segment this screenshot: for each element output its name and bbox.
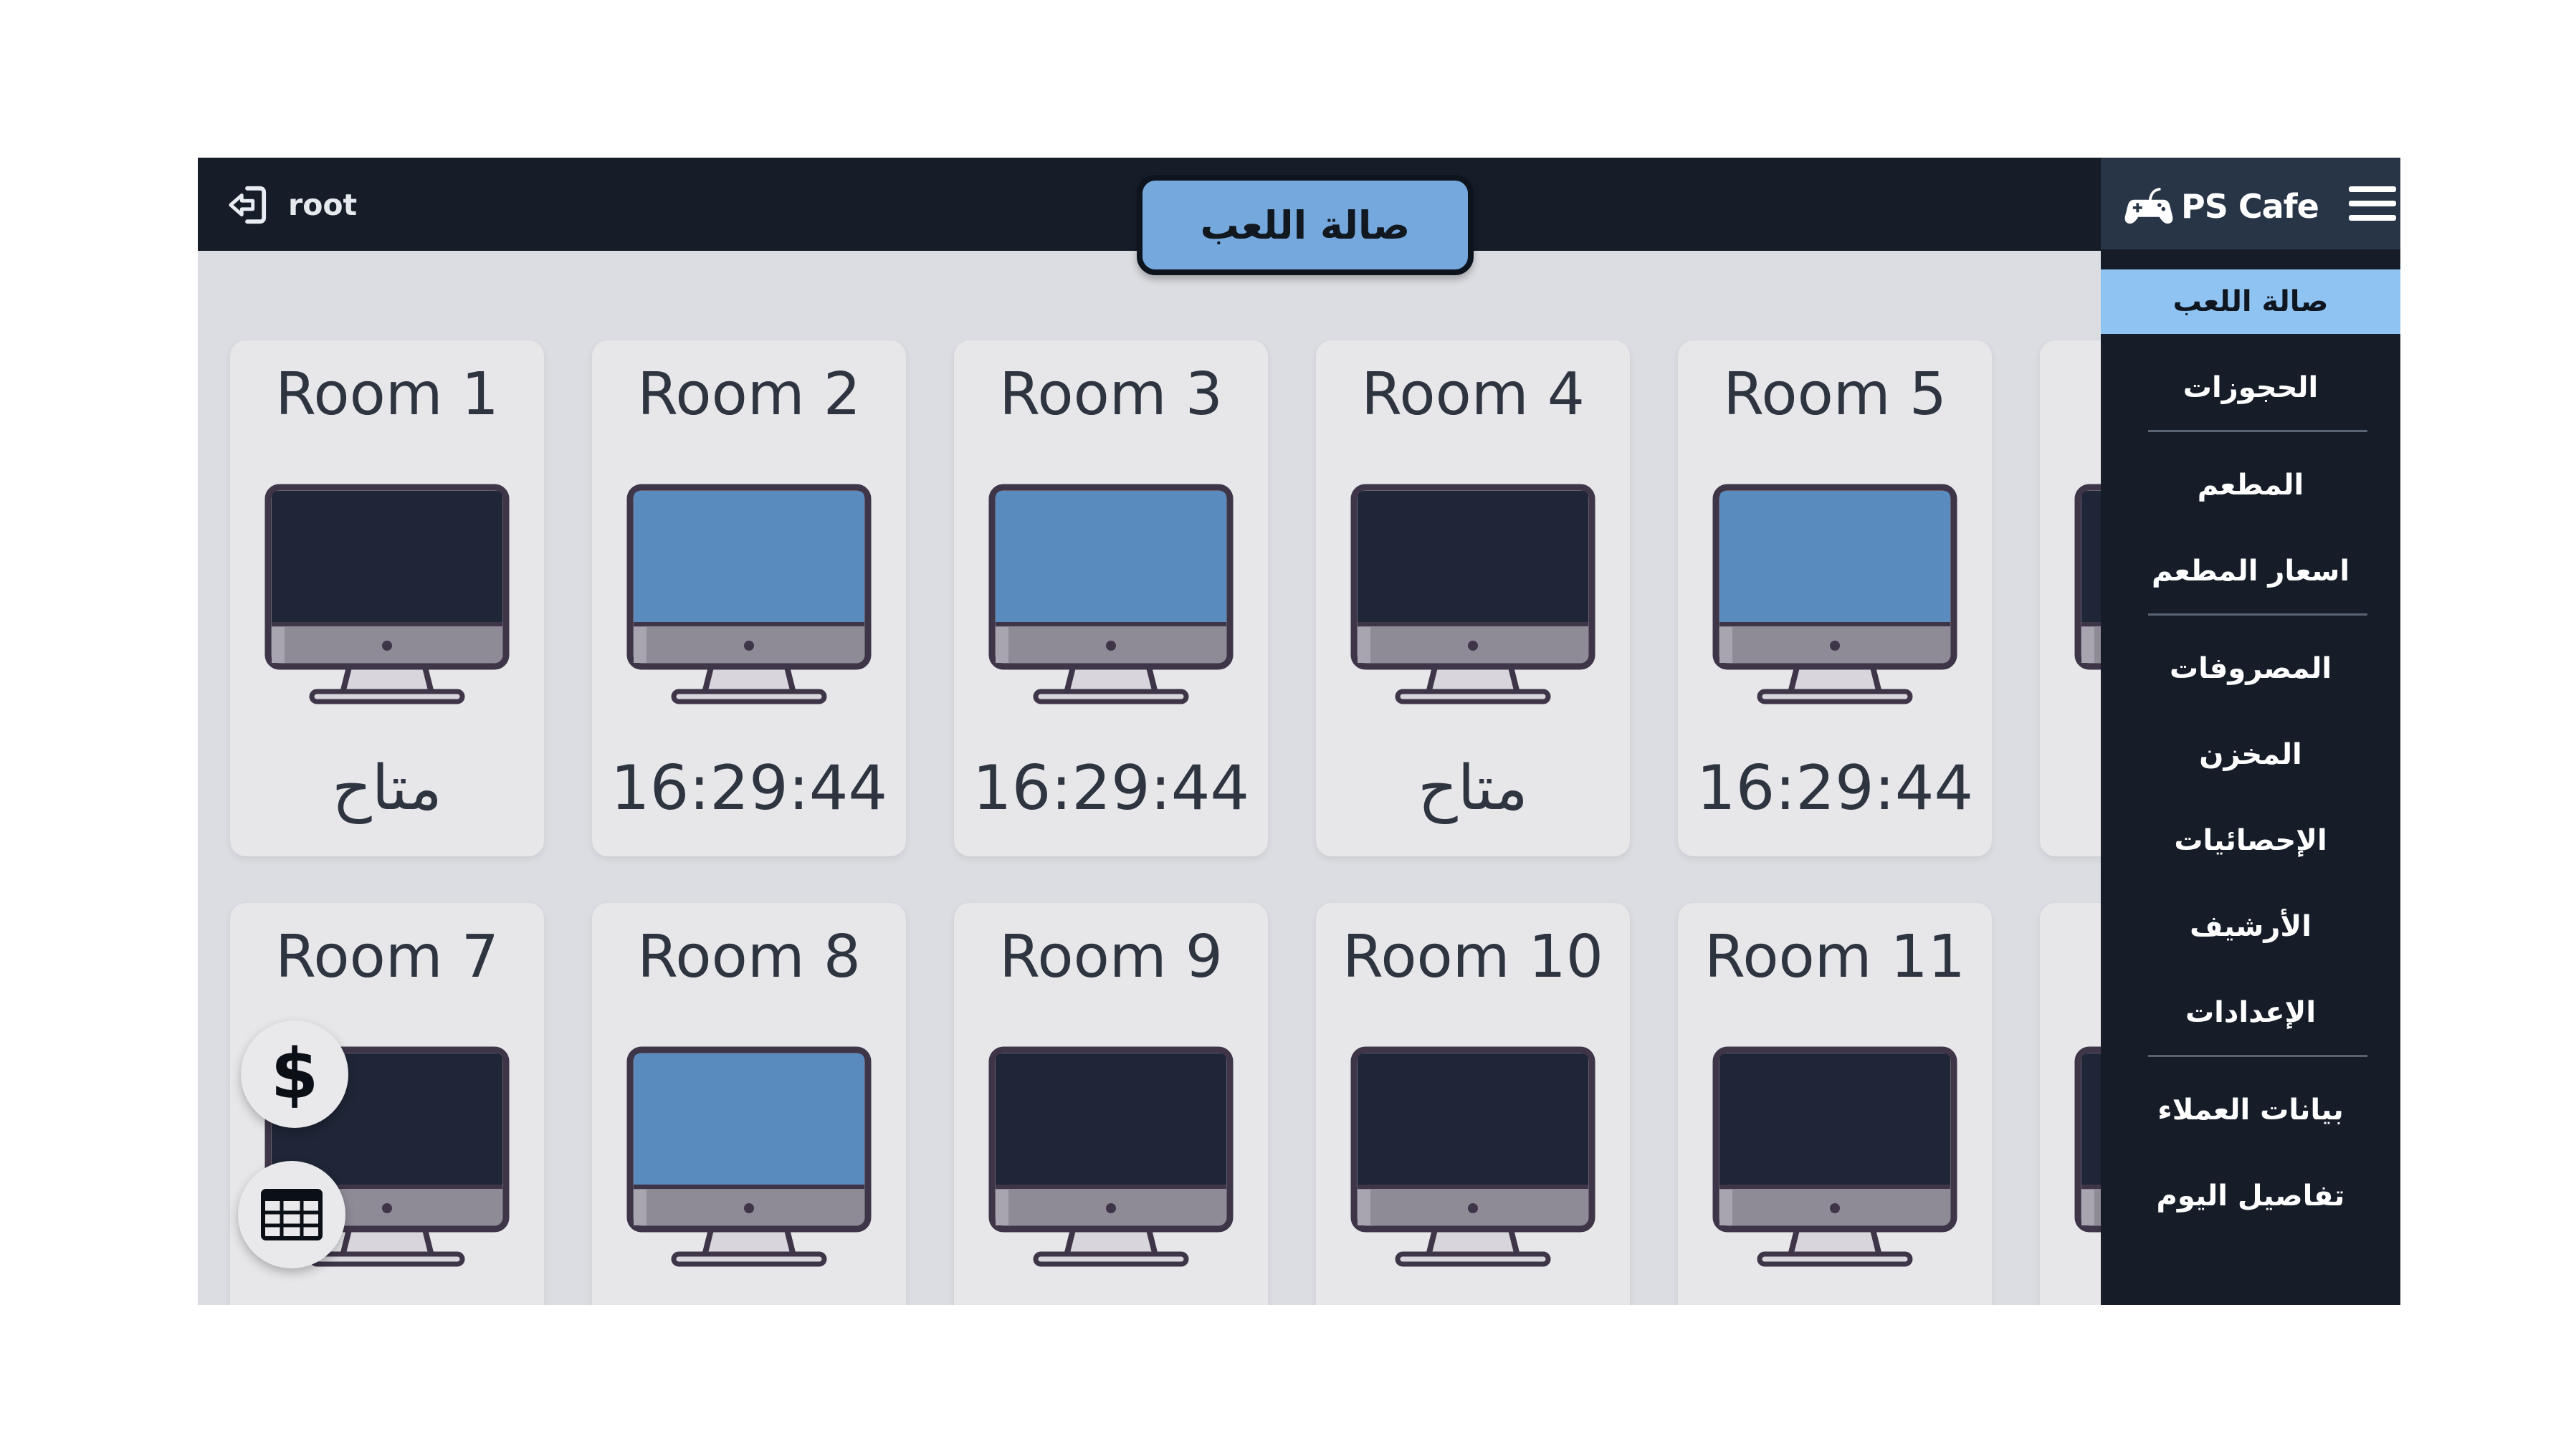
page-title: صالة اللعب [1137, 175, 1474, 275]
room-status: 16:29:44 [610, 752, 888, 824]
monitor-icon [1350, 1046, 1595, 1273]
brand-logo: PS Cafe [2122, 178, 2319, 235]
nav-reservations[interactable]: الحجوزات [2101, 355, 2400, 420]
payments-button[interactable]: $ [241, 1020, 348, 1128]
monitor-icon [1712, 1046, 1957, 1273]
table-icon [261, 1189, 323, 1240]
room-card[interactable]: Room 1 متاح [230, 340, 544, 856]
room-name: Room 7 [275, 923, 499, 991]
room-card[interactable]: Room 8 [592, 903, 906, 1305]
room-card[interactable]: Room 10 [1316, 903, 1630, 1305]
gamepad-icon [2122, 180, 2175, 233]
nav-divider [2148, 430, 2367, 432]
room-card[interactable]: Room 5 16:29:44 [1678, 340, 1992, 856]
table-view-button[interactable] [238, 1161, 345, 1268]
nav-settings[interactable]: الإعدادات [2101, 980, 2400, 1045]
monitor-icon [988, 484, 1234, 710]
nav-customers[interactable]: بيانات العملاء [2101, 1078, 2400, 1142]
sidebar-header: PS Cafe [2101, 158, 2400, 249]
monitor-icon [626, 484, 872, 710]
nav-restaurant[interactable]: المطعم [2101, 453, 2400, 517]
room-name: Room 5 [1723, 360, 1947, 429]
nav-statistics[interactable]: الإحصائيات [2101, 808, 2400, 873]
monitor-icon [1712, 484, 1957, 710]
room-name: Room 11 [1704, 923, 1965, 991]
monitor-icon [264, 484, 510, 710]
nav-divider [2148, 1055, 2367, 1057]
nav-day-details[interactable]: تفاصيل اليوم [2101, 1164, 2400, 1228]
nav-expenses[interactable]: المصروفات [2101, 636, 2400, 701]
room-name: Room 4 [1361, 360, 1585, 429]
app-window: root صالة اللعب Room 1 متاح Room 2 16:29:44… [198, 158, 2400, 1305]
room-name: Room 1 [275, 360, 499, 429]
monitor-icon [988, 1046, 1234, 1273]
monitor-icon [1350, 484, 1595, 710]
monitor-icon [626, 1046, 872, 1273]
room-name: Room 10 [1342, 923, 1603, 991]
room-status: متاح [332, 752, 442, 824]
room-card[interactable]: Room 11 [1678, 903, 1992, 1305]
room-card[interactable]: Room 2 16:29:44 [592, 340, 906, 856]
room-name: Room 9 [999, 923, 1223, 991]
room-name: Room 2 [637, 360, 861, 429]
sidebar: PS Cafe صالة اللعب الحجوزات المطعم اسعار ال… [2101, 158, 2400, 1305]
nav-restaurant-prices[interactable]: اسعار المطعم [2101, 539, 2400, 603]
nav-archive[interactable]: الأرشيف [2101, 894, 2400, 959]
room-name: Room 8 [637, 923, 861, 991]
nav-game-hall[interactable]: صالة اللعب [2101, 269, 2400, 334]
room-card[interactable]: Room 3 16:29:44 [954, 340, 1268, 856]
menu-toggle-icon[interactable] [2349, 183, 2396, 224]
room-card[interactable]: Room 9 [954, 903, 1268, 1305]
room-status: 16:29:44 [1696, 752, 1974, 824]
rooms-grid: Room 1 متاح Room 2 16:29:44 Room 3 16:29:44 Ro… [230, 340, 2354, 1305]
dollar-icon: $ [270, 1034, 319, 1114]
room-card[interactable]: Room 4 متاح [1316, 340, 1630, 856]
nav-divider [2148, 613, 2367, 616]
brand-name: PS Cafe [2181, 187, 2319, 226]
room-name: Room 3 [999, 360, 1223, 429]
username-label: root [288, 188, 358, 222]
nav-warehouse[interactable]: المخزن [2101, 722, 2400, 787]
room-status: 16:29:44 [972, 752, 1250, 824]
logout-button[interactable]: root [226, 183, 357, 226]
logout-icon [226, 184, 268, 226]
room-status: متاح [1418, 752, 1528, 824]
